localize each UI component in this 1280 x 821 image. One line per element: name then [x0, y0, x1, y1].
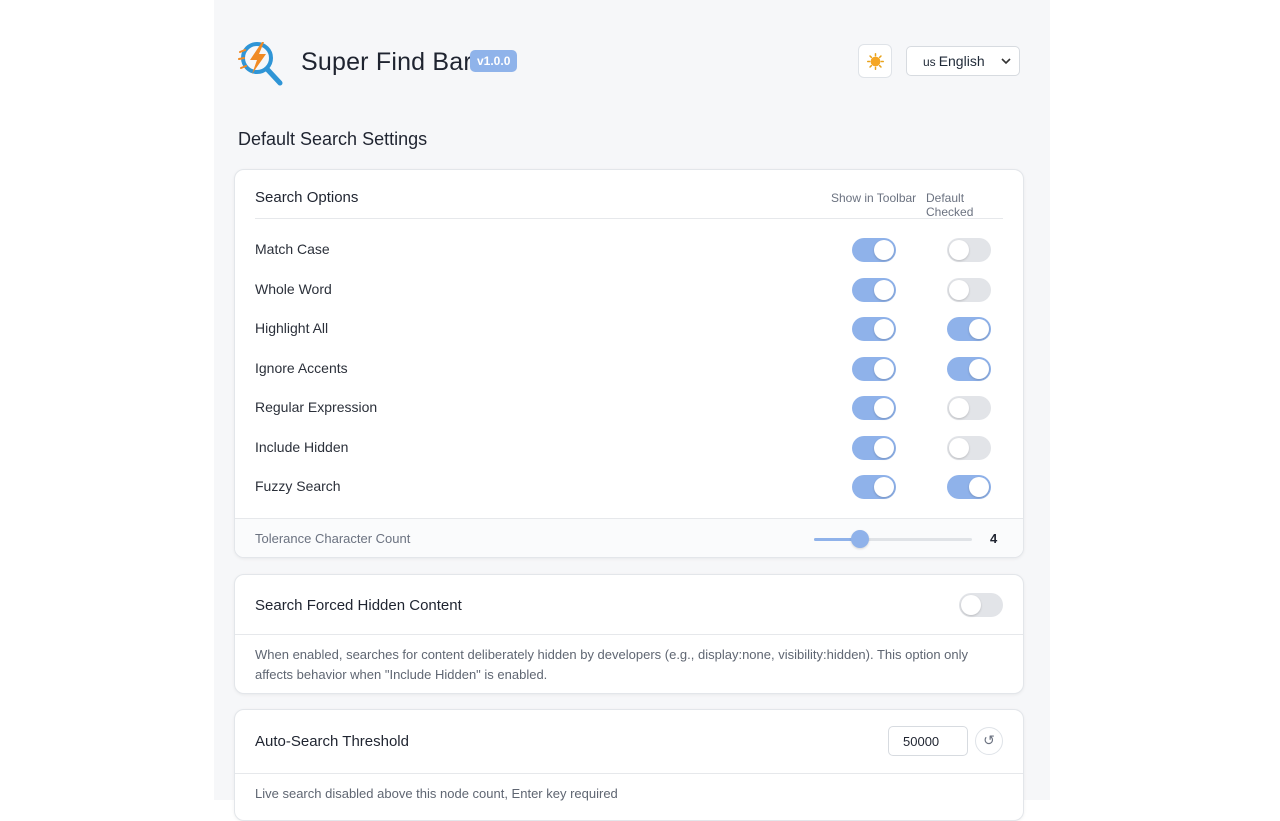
tolerance-label: Tolerance Character Count — [255, 531, 411, 546]
search-option-row: Match Case — [255, 236, 1003, 266]
search-option-label: Fuzzy Search — [255, 478, 341, 494]
column-header-default-checked: Default Checked — [926, 191, 974, 219]
flag-us: us — [923, 55, 936, 69]
tolerance-value: 4 — [990, 531, 998, 546]
search-options-header: Search Options Show in Toolbar Default C… — [255, 170, 1003, 219]
toggle-knob — [961, 595, 981, 615]
threshold-title: Auto-Search Threshold — [255, 733, 409, 750]
default-checked-toggle[interactable] — [947, 317, 991, 341]
column-header-show-in-toolbar: Show in Toolbar — [831, 191, 917, 205]
toggle-knob — [874, 319, 894, 339]
toggle-knob — [949, 279, 969, 300]
search-option-label: Ignore Accents — [255, 359, 348, 376]
language-selected: English — [938, 53, 985, 69]
search-option-label: Highlight All — [255, 320, 329, 336]
section-title: Default Search Settings — [238, 129, 428, 149]
default-checked-toggle[interactable] — [947, 435, 991, 460]
show-in-toolbar-toggle[interactable] — [852, 238, 896, 262]
show-in-toolbar-toggle[interactable] — [852, 277, 896, 302]
search-option-row: Ignore Accents — [255, 355, 1003, 385]
search-option-label: Regular Expression — [255, 399, 378, 415]
toggle-knob — [969, 477, 989, 497]
tolerance-slider[interactable] — [814, 538, 972, 541]
show-in-toolbar-toggle[interactable] — [852, 435, 896, 460]
theme-toggle-button[interactable] — [858, 44, 892, 78]
app-title: Super Find Bar — [301, 48, 472, 76]
reset-icon: ↺ — [983, 732, 995, 748]
search-option-label: Match Case — [255, 241, 330, 257]
chevron-down-icon — [1001, 58, 1011, 65]
show-in-toolbar-toggle[interactable] — [852, 317, 896, 341]
reset-button[interactable]: ↺ — [975, 727, 1003, 755]
tolerance-slider-thumb[interactable] — [850, 530, 869, 548]
search-option-row: Regular Expression — [255, 394, 1003, 424]
version-badge: v1.0.0 — [470, 50, 518, 72]
threshold-description: Live search disabled above this node cou… — [255, 786, 618, 801]
search-option-row: Whole Word — [255, 276, 1003, 306]
forced-hidden-header: Search Forced Hidden Content — [235, 575, 1023, 635]
search-option-row: Highlight All — [255, 315, 1003, 345]
default-checked-toggle[interactable] — [947, 238, 991, 262]
search-options-card: Search Options Show in Toolbar Default C… — [234, 169, 1024, 558]
toggle-knob — [874, 477, 894, 497]
forced-hidden-description: When enabled, searches for content delib… — [255, 647, 969, 682]
tolerance-row: Tolerance Character Count 4 — [235, 518, 1023, 557]
toggle-knob — [874, 398, 894, 418]
show-in-toolbar-toggle[interactable] — [852, 396, 896, 420]
toggle-knob — [949, 398, 969, 418]
forced-hidden-title: Search Forced Hidden Content — [255, 597, 462, 614]
search-option-row: Fuzzy Search — [255, 473, 1003, 503]
search-option-row: Include Hidden — [255, 434, 1003, 464]
logo-magnifier-bolt-icon — [238, 42, 283, 86]
toggle-knob — [969, 358, 989, 379]
default-checked-toggle[interactable] — [947, 356, 991, 381]
language-select[interactable]: us English — [906, 46, 1020, 76]
toggle-knob — [969, 319, 989, 339]
toggle-knob — [874, 240, 894, 260]
sun-icon — [867, 53, 884, 70]
settings-page: Super Find Bar v1.0.0 us English Default… — [214, 0, 1050, 821]
toggle-knob — [874, 437, 894, 458]
default-checked-toggle[interactable] — [947, 475, 991, 499]
show-in-toolbar-toggle[interactable] — [852, 356, 896, 381]
search-option-label: Include Hidden — [255, 438, 349, 455]
toggle-knob — [949, 437, 969, 458]
forced-hidden-card: Search Forced Hidden Content When enable… — [234, 574, 1024, 694]
toggle-knob — [949, 240, 969, 260]
show-in-toolbar-toggle[interactable] — [852, 475, 896, 499]
default-checked-toggle[interactable] — [947, 277, 991, 302]
default-checked-toggle[interactable] — [947, 396, 991, 420]
search-options-title: Search Options — [255, 189, 359, 206]
forced-hidden-toggle[interactable] — [959, 593, 1003, 617]
toggle-knob — [874, 358, 894, 379]
auto-search-threshold-card: Auto-Search Threshold ↺ Live search disa… — [234, 709, 1024, 821]
threshold-input[interactable] — [888, 726, 968, 756]
threshold-header: Auto-Search Threshold ↺ — [235, 710, 1023, 774]
header: Super Find Bar v1.0.0 us English — [238, 36, 1020, 90]
search-option-label: Whole Word — [255, 280, 332, 297]
toggle-knob — [874, 279, 894, 300]
